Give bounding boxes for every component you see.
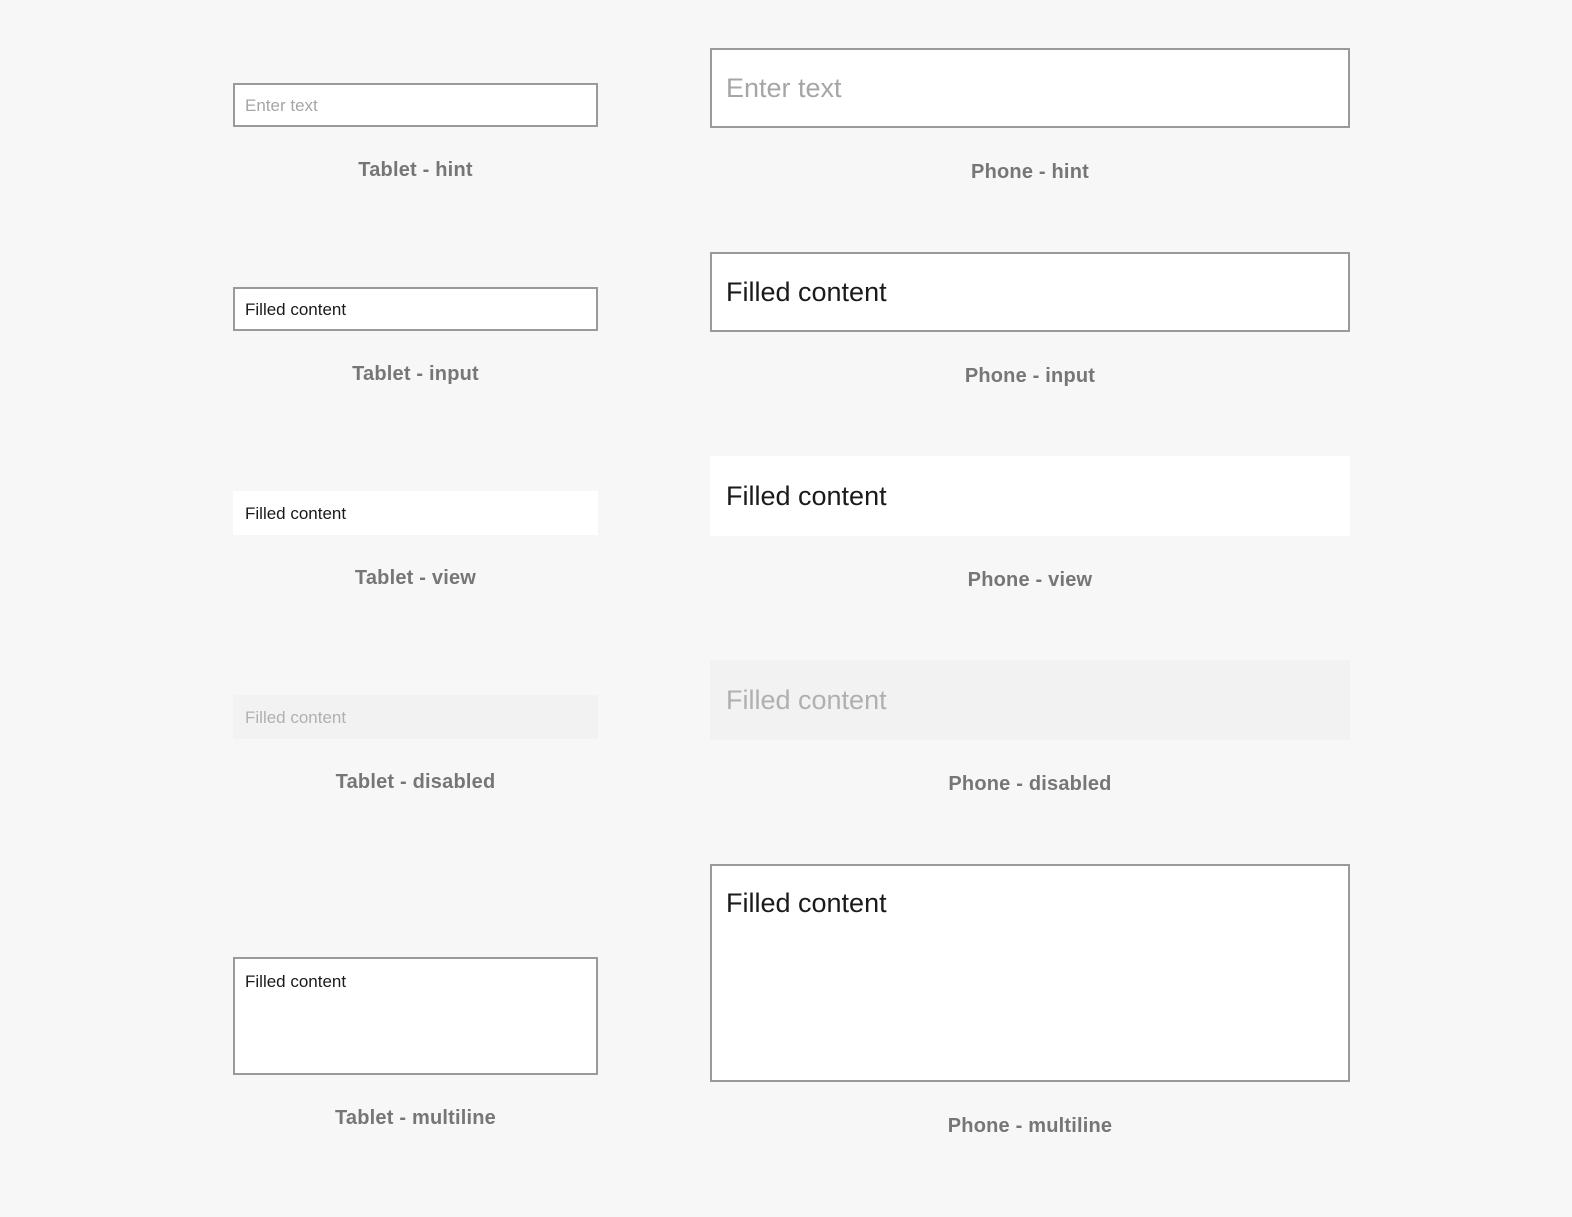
caption-tablet-hint: Tablet - hint xyxy=(358,159,473,181)
phone-input-value-text: Filled content xyxy=(726,276,887,307)
textfield-specimen-board: Enter text Tablet - hint Enter text Phon… xyxy=(0,0,1572,1217)
phone-disabled-input: Filled content xyxy=(710,660,1350,740)
phone-multiline-value-text: Filled content xyxy=(726,888,887,918)
phone-hint-placeholder-text: Enter text xyxy=(726,72,842,103)
specimen-phone-multiline: Filled content Phone - multiline xyxy=(710,864,1350,1138)
phone-multiline-textarea[interactable]: Filled content xyxy=(710,864,1350,1082)
tablet-hint-input[interactable]: Enter text xyxy=(233,83,598,127)
specimen-tablet-hint: Enter text Tablet - hint xyxy=(233,83,598,182)
tablet-hint-placeholder-text: Enter text xyxy=(245,95,318,115)
tablet-disabled-input: Filled content xyxy=(233,695,598,739)
caption-tablet-disabled: Tablet - disabled xyxy=(335,771,496,793)
tablet-input-value-text: Filled content xyxy=(245,299,347,319)
phone-view-field: Filled content xyxy=(710,456,1350,536)
caption-phone-multiline: Phone - multiline xyxy=(947,1115,1113,1137)
caption-tablet-multiline: Tablet - multiline xyxy=(334,1107,496,1129)
specimen-tablet-input: Filled content Tablet - input xyxy=(233,287,598,386)
specimen-phone-input: Filled content Phone - input xyxy=(710,252,1350,388)
tablet-filled-input[interactable]: Filled content xyxy=(233,287,598,331)
tablet-multiline-textarea[interactable]: Filled content xyxy=(233,957,598,1075)
caption-phone-view: Phone - view xyxy=(967,569,1093,591)
caption-tablet-input: Tablet - input xyxy=(352,363,479,385)
phone-view-value-text: Filled content xyxy=(726,480,887,511)
caption-phone-disabled: Phone - disabled xyxy=(948,773,1112,795)
specimen-tablet-disabled: Filled content Tablet - disabled xyxy=(233,695,598,794)
specimen-phone-disabled: Filled content Phone - disabled xyxy=(710,660,1350,796)
specimen-phone-view: Filled content Phone - view xyxy=(710,456,1350,592)
tablet-view-value-text: Filled content xyxy=(245,503,347,523)
phone-hint-input[interactable]: Enter text xyxy=(710,48,1350,128)
caption-tablet-view: Tablet - view xyxy=(354,567,477,589)
tablet-disabled-value-text: Filled content xyxy=(245,707,347,727)
phone-disabled-value-text: Filled content xyxy=(726,684,887,715)
specimen-phone-hint: Enter text Phone - hint xyxy=(710,48,1350,184)
caption-phone-hint: Phone - hint xyxy=(971,161,1089,183)
tablet-multiline-value-text: Filled content xyxy=(245,972,347,991)
tablet-view-field: Filled content xyxy=(233,491,598,535)
specimen-tablet-view: Filled content Tablet - view xyxy=(233,491,598,590)
phone-filled-input[interactable]: Filled content xyxy=(710,252,1350,332)
caption-phone-input: Phone - input xyxy=(964,365,1096,387)
specimen-tablet-multiline: Filled content Tablet - multiline xyxy=(233,957,598,1130)
